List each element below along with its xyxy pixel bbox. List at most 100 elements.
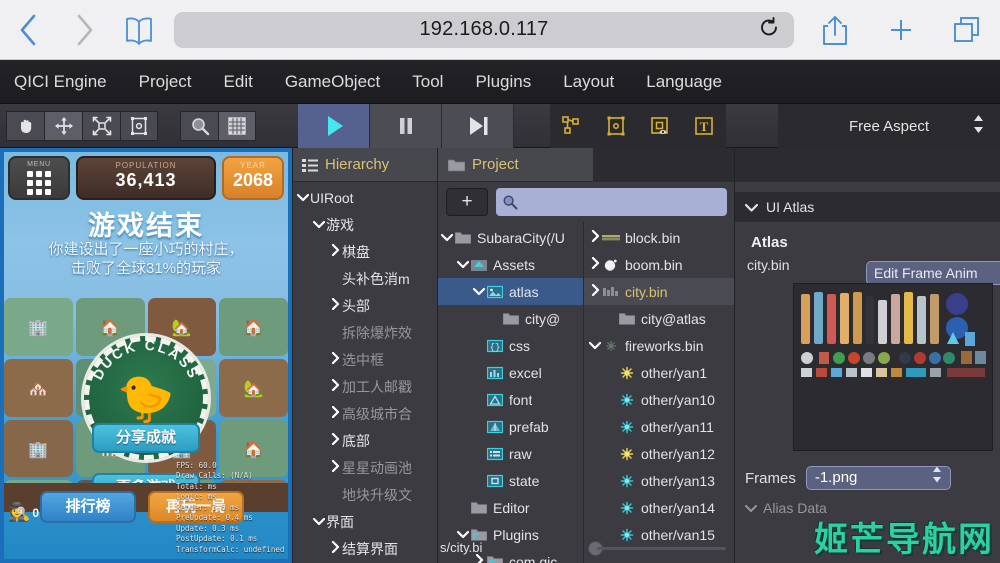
project-file-list[interactable]: block.bin boom.bin city.bin city@atlas firew…	[584, 222, 735, 563]
chevron-right-icon[interactable]	[328, 459, 342, 475]
hand-tool-button[interactable]	[6, 110, 44, 141]
text-gizmo-button[interactable]: T	[682, 104, 726, 148]
chevron-right-icon[interactable]	[328, 351, 342, 367]
menu-qici-engine[interactable]: QICI Engine	[0, 60, 123, 104]
scrollbar-track[interactable]	[597, 546, 726, 550]
anchor-gizmo-button[interactable]	[638, 104, 682, 148]
chevron-down-icon[interactable]	[472, 285, 486, 299]
tree-item[interactable]: 界面	[292, 508, 438, 535]
chevron-right-icon[interactable]	[328, 243, 342, 259]
chevron-down-icon[interactable]	[588, 339, 602, 353]
chevron-right-icon[interactable]	[328, 297, 342, 313]
edit-frame-animation-button[interactable]: Edit Frame Anim	[866, 261, 1000, 285]
menu-tool[interactable]: Tool	[396, 60, 459, 104]
tree-item[interactable]: 游戏	[292, 211, 438, 238]
chevron-right-icon[interactable]	[588, 256, 602, 272]
divider-project-inspector[interactable]	[734, 148, 735, 563]
tree-item[interactable]: boom.bin	[584, 251, 735, 278]
chevron-down-icon[interactable]	[312, 218, 326, 232]
tree-item[interactable]: city.bin	[584, 278, 735, 305]
tree-item[interactable]: 结算界面	[292, 535, 438, 562]
menu-plugins[interactable]: Plugins	[459, 60, 547, 104]
new-tab-button[interactable]	[868, 16, 934, 44]
tree-item[interactable]: 拆除爆炸效	[292, 319, 438, 346]
reload-button[interactable]	[758, 16, 780, 43]
chevron-down-icon[interactable]	[456, 258, 470, 272]
play-button[interactable]	[298, 103, 370, 148]
tab-project[interactable]: Project	[438, 148, 593, 182]
chevron-down-icon[interactable]	[296, 191, 310, 205]
tree-item[interactable]: 地块升级文	[292, 481, 438, 508]
project-folder-tree[interactable]: SubaraCity(/U Assets atlas city@ {} css excel f…	[438, 222, 584, 563]
tree-item[interactable]: atlas	[438, 278, 583, 305]
tree-item[interactable]: 高级城市合	[292, 400, 438, 427]
tree-item[interactable]: block.bin	[584, 224, 735, 251]
tree-item[interactable]: fireworks.bin	[584, 332, 735, 359]
tree-item[interactable]: 头补色消m	[292, 265, 438, 292]
chevron-down-icon[interactable]	[440, 231, 454, 245]
grid-tool-button[interactable]	[218, 110, 256, 141]
tree-item[interactable]: other/yan14	[584, 494, 735, 521]
tree-item[interactable]: {} css	[438, 332, 583, 359]
tab-hierarchy[interactable]: Hierarchy	[292, 148, 438, 182]
hud-menu-button[interactable]: MENU	[8, 156, 70, 200]
chevron-right-icon[interactable]	[328, 405, 342, 421]
chevron-right-icon[interactable]	[588, 283, 602, 299]
tree-item[interactable]: city@atlas	[584, 305, 735, 332]
tree-item[interactable]: 底部	[292, 427, 438, 454]
pause-button[interactable]	[370, 103, 442, 148]
bookmarks-button[interactable]	[112, 14, 166, 46]
hierarchy-gizmo-button[interactable]	[550, 104, 594, 148]
chevron-right-icon[interactable]	[328, 378, 342, 394]
tree-item[interactable]: other/yan11	[584, 413, 735, 440]
project-horizontal-scrollbar[interactable]	[588, 540, 726, 556]
tree-item[interactable]: Editor	[438, 494, 583, 521]
zoom-tool-button[interactable]	[180, 110, 218, 141]
scale-tool-button[interactable]	[82, 110, 120, 141]
ui-atlas-section-header[interactable]: UI Atlas	[735, 192, 1000, 222]
tree-item[interactable]: other/yan10	[584, 386, 735, 413]
forward-button[interactable]	[56, 13, 112, 47]
project-search-input[interactable]	[496, 188, 727, 216]
tree-item[interactable]: other/yan12	[584, 440, 735, 467]
show-tabs-button[interactable]	[934, 15, 1000, 45]
tree-item[interactable]: 选中框	[292, 346, 438, 373]
step-button[interactable]	[442, 103, 514, 148]
tree-item[interactable]: 棋盘	[292, 238, 438, 265]
menu-edit[interactable]: Edit	[208, 60, 269, 104]
tree-item[interactable]: Assets	[438, 251, 583, 278]
menu-language[interactable]: Language	[630, 60, 738, 104]
frames-select[interactable]: -1.png	[805, 466, 951, 490]
menu-layout[interactable]: Layout	[547, 60, 630, 104]
chevron-right-icon[interactable]	[472, 553, 486, 563]
tree-item[interactable]: SubaraCity(/U	[438, 224, 583, 251]
divider-hierarchy-project[interactable]	[437, 148, 438, 563]
game-view[interactable]: 🏢 🏠 🏡 🏠 🏘️ 🏚️ 🏠 🏡 🏢 🏘️ 🏢 🏠 🏠 🏠 🏡 🏠	[0, 148, 292, 563]
menu-project[interactable]: Project	[123, 60, 208, 104]
tree-item[interactable]: state	[438, 467, 583, 494]
tree-item[interactable]: UIRoot	[292, 184, 438, 211]
tree-item[interactable]: 星星动画池	[292, 454, 438, 481]
divider-gameview-hierarchy[interactable]	[292, 148, 293, 563]
tree-item[interactable]: raw	[438, 440, 583, 467]
share-achievement-button[interactable]: 分享成就	[92, 423, 200, 453]
back-button[interactable]	[0, 13, 56, 47]
add-asset-button[interactable]: +	[446, 188, 488, 216]
address-bar[interactable]: 192.168.0.117	[174, 11, 794, 48]
chevron-down-icon[interactable]	[312, 515, 326, 529]
tree-item[interactable]: other/yan1	[584, 359, 735, 386]
move-tool-button[interactable]	[44, 110, 82, 141]
share-button[interactable]	[802, 14, 868, 46]
atlas-preview[interactable]	[793, 283, 993, 451]
bounds-gizmo-button[interactable]	[594, 104, 638, 148]
hierarchy-tree[interactable]: UIRoot 游戏 棋盘 头补色消m 头部 拆除爆炸效 选中框 加工人邮戳 高级城市合 底部 星星动…	[292, 182, 438, 563]
tree-item[interactable]: city@	[438, 305, 583, 332]
tree-item[interactable]: font	[438, 386, 583, 413]
chevron-right-icon[interactable]	[328, 432, 342, 448]
tree-item[interactable]: prefab	[438, 413, 583, 440]
leaderboard-button[interactable]: 排行榜	[40, 491, 136, 523]
tree-item[interactable]: 加工人邮戳	[292, 373, 438, 400]
tree-item[interactable]: other/yan13	[584, 467, 735, 494]
aspect-ratio-selector[interactable]: Free Aspect	[778, 104, 1000, 148]
chevron-right-icon[interactable]	[328, 540, 342, 556]
